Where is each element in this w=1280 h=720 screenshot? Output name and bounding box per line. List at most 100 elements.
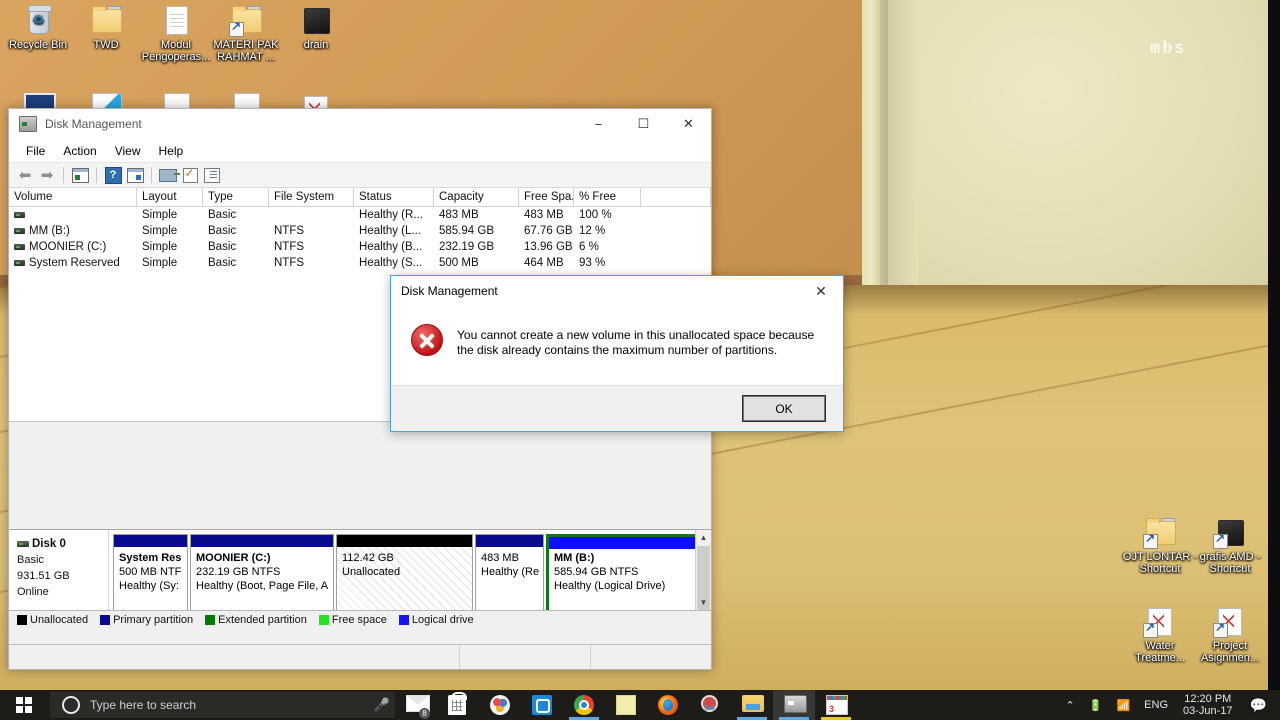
partition-color-bar [337, 535, 472, 547]
legend-swatch [205, 615, 216, 625]
desktop-icon-ojt-lontar[interactable]: OJT LONTAR - Shortcut [1122, 516, 1198, 575]
application-shortcut-icon [1213, 516, 1246, 549]
scroll-up-icon[interactable]: ▲ [696, 530, 711, 545]
desktop-icon-drain[interactable]: drain [278, 4, 354, 51]
ok-button[interactable]: OK [742, 395, 826, 422]
instagram-icon [532, 695, 552, 715]
dialog-title: Disk Management [401, 284, 498, 298]
column-header-file-system[interactable]: File System [269, 188, 354, 206]
partition-moonier-c[interactable]: MOONIER (C:) 232.19 GB NTFS Healthy (Boo… [190, 534, 334, 619]
column-header-layout[interactable]: Layout [137, 188, 203, 206]
start-button[interactable] [0, 690, 48, 720]
language-indicator[interactable]: ENG [1137, 690, 1175, 720]
column-header-extra[interactable] [641, 188, 711, 206]
taskbar: Type here to search 🎤 8 ✂ 3 ⌃ 🔋 📶 ENG 12… [0, 690, 1280, 720]
column-header-volume[interactable]: Volume [9, 188, 137, 206]
notification-icon[interactable]: 💬 [1241, 697, 1276, 714]
disk-status: Online [17, 586, 49, 598]
minimize-button[interactable]: − [576, 109, 621, 139]
partition-unallocated[interactable]: 112.42 GB Unallocated [336, 534, 473, 619]
cell-volume: MM (B:) [9, 223, 137, 239]
cell-capacity: 483 MB [439, 209, 479, 221]
table-row[interactable]: MM (B:) Simple Basic NTFS Healthy (L... … [9, 223, 711, 239]
column-header-free-space[interactable]: Free Spa... [519, 188, 574, 206]
show-hidden-icons-button[interactable]: ⌃ [1059, 690, 1082, 720]
disk-view-scrollbar[interactable]: ▲ ▼ [695, 530, 711, 629]
list-view-button[interactable] [202, 165, 222, 185]
cell-free-space: 464 MB [524, 257, 564, 269]
error-icon [411, 324, 443, 356]
back-button[interactable]: ⬅ [15, 165, 35, 185]
taskbar-app-disk-management[interactable] [773, 690, 815, 720]
column-header-status[interactable]: Status [354, 188, 434, 206]
menu-item-view[interactable]: View [106, 142, 150, 160]
partition-color-bar [476, 535, 543, 547]
desktop-icon-label: Water Treatme... [1135, 640, 1185, 664]
cell-status: Healthy (B... [359, 241, 423, 253]
search-input[interactable]: Type here to search 🎤 [50, 692, 395, 718]
taskbar-app-mail[interactable]: 8 [395, 690, 437, 720]
disk-label: Disk 0 [17, 536, 102, 552]
taskbar-app-instagram[interactable] [521, 690, 563, 720]
desktop-icon-grafis-amd[interactable]: grafis AMD - Shortcut [1192, 516, 1268, 575]
dialog-message: You cannot create a new volume in this u… [457, 328, 815, 357]
column-header-percent-free[interactable]: % Free [574, 188, 641, 206]
clock[interactable]: 12:20 PM 03-Jun-17 [1175, 693, 1241, 717]
taskbar-app-sticky-notes[interactable] [605, 690, 647, 720]
window-titlebar[interactable]: Disk Management − ☐ ✕ [9, 109, 711, 140]
desktop-icon-water-treatment[interactable]: Water Treatme... [1122, 605, 1198, 664]
cell-volume: System Reserved [9, 255, 137, 271]
show-hide-console-tree-button[interactable] [70, 165, 90, 185]
properties-button[interactable] [180, 165, 200, 185]
show-hide-action-pane-button[interactable] [125, 165, 145, 185]
desktop-icon-recycle-bin[interactable]: ♻ Recycle Bin [0, 4, 76, 51]
cell-free-space: 67.76 GB [524, 225, 573, 237]
taskbar-app-firefox[interactable] [647, 690, 689, 720]
taskbar-app-file-explorer[interactable] [731, 690, 773, 720]
table-row[interactable]: System Reserved Simple Basic NTFS Health… [9, 255, 711, 271]
column-header-type[interactable]: Type [203, 188, 269, 206]
wifi-icon[interactable]: 📶 [1109, 690, 1137, 720]
taskbar-app-snipping-tool[interactable] [689, 690, 731, 720]
menu-item-action[interactable]: Action [54, 142, 105, 160]
column-header-capacity[interactable]: Capacity [434, 188, 519, 206]
legend-extended-partition: Extended partition [205, 614, 307, 626]
partition-color-bar [549, 537, 698, 549]
cell-percent-free: 93 % [579, 257, 606, 269]
folder-shortcut-icon [229, 4, 262, 37]
wallpaper-right-edge [1268, 0, 1280, 690]
store-icon [448, 692, 468, 715]
legend-free-space: Free space [318, 614, 387, 626]
forward-button[interactable]: ➡ [37, 165, 57, 185]
close-button[interactable]: ✕ [666, 109, 711, 139]
taskbar-app-photos[interactable] [479, 690, 521, 720]
menu-item-help[interactable]: Help [150, 142, 193, 160]
desktop-icon-modul-pengoperasian[interactable]: Modul Pengoperas... [138, 4, 214, 63]
microphone-icon[interactable]: 🎤 [369, 697, 395, 713]
scroll-down-icon[interactable]: ▼ [696, 595, 711, 610]
taskbar-app-microsoft-store[interactable] [437, 690, 479, 720]
desktop-icon-project-assignment[interactable]: Project Asignmen... [1192, 605, 1268, 664]
desktop-icon-materi-pak-rahmat[interactable]: MATERI PAK RAHMAT ... [208, 4, 284, 63]
desktop-icon-twd[interactable]: TWD [68, 4, 144, 51]
taskbar-app-calendar[interactable]: 3 [815, 690, 857, 720]
dialog-titlebar[interactable]: Disk Management ✕ [391, 276, 843, 306]
table-row[interactable]: Simple Basic Healthy (R... 483 MB 483 MB… [9, 207, 711, 223]
recycle-bin-icon: ♻ [22, 4, 54, 36]
maximize-button[interactable]: ☐ [621, 109, 666, 139]
desktop-icon-label: Modul Pengoperas... [141, 39, 211, 63]
rescan-disks-button[interactable] [158, 165, 180, 185]
help-button[interactable]: ? [103, 165, 123, 185]
menu-bar: File Action View Help [9, 140, 711, 163]
battery-icon[interactable]: 🔋 [1082, 690, 1110, 720]
partition-mm-b[interactable]: MM (B:) 585.94 GB NTFS Healthy (Logical … [546, 534, 701, 619]
taskbar-app-google-chrome[interactable] [563, 690, 605, 720]
partition-name: MOONIER (C:) [196, 552, 271, 564]
table-row[interactable]: MOONIER (C:) Simple Basic NTFS Healthy (… [9, 239, 711, 255]
partition-system-reserved[interactable]: System Res 500 MB NTF Healthy (Sy: [113, 534, 188, 619]
cell-status: Healthy (S... [359, 257, 423, 269]
dialog-close-button[interactable]: ✕ [799, 276, 843, 306]
menu-item-file[interactable]: File [17, 142, 54, 160]
cell-layout: Simple [142, 209, 178, 221]
partition-recovery[interactable]: 483 MB Healthy (Re [475, 534, 544, 619]
